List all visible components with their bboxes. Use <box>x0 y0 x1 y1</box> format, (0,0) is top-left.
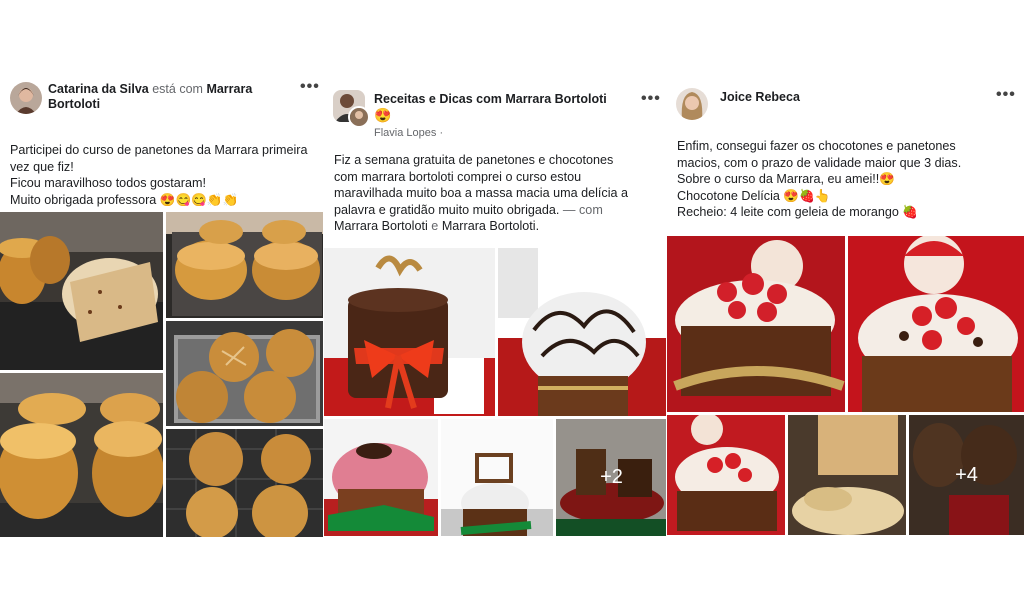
avatar[interactable] <box>676 88 708 120</box>
photo-pink-chocotone[interactable] <box>324 419 438 536</box>
author-name[interactable]: Joice Rebeca <box>720 90 800 104</box>
post-header: Receitas e Dicas com Marrara Bortoloti 😍… <box>323 70 667 139</box>
post-header: Joice Rebeca ••• <box>666 70 1024 128</box>
photo-panettones-grid[interactable] <box>166 429 326 537</box>
post-text-line: com marrara bortoloti comprei o curso es… <box>334 169 582 184</box>
group-emoji: 😍 <box>374 107 392 123</box>
tagged-name[interactable]: Marrara Bortoloti <box>334 219 428 233</box>
tagged-name[interactable]: Marrara Bortoloti <box>442 219 536 233</box>
post-text: Fiz a semana gratuita de panetones e cho… <box>334 152 664 235</box>
photo-crumbled-panettone[interactable] <box>788 415 906 535</box>
more-photos-count[interactable]: +2 <box>556 419 667 536</box>
separator-dot: · <box>439 127 444 139</box>
post-text-line: maravilhada muito boa a massa macia uma … <box>334 186 628 200</box>
post-text-line: Recheio: 4 leite com geleia de morango 🍓 <box>677 205 919 219</box>
member-line: Flavia Lopes · <box>374 126 443 141</box>
photo-panettones-baking-pan[interactable] <box>166 321 326 426</box>
post-text-line: macios, com o prazo de validade maior qu… <box>677 155 962 170</box>
post-text: Enfim, consegui fazer os chocotones e pa… <box>677 138 1022 221</box>
photo-more-joice[interactable]: +4 <box>909 415 1024 535</box>
with-text: — com <box>559 202 603 217</box>
member-name[interactable]: Flavia Lopes <box>374 127 436 139</box>
photo-chocotone-plate[interactable] <box>667 415 785 535</box>
more-options-icon[interactable]: ••• <box>300 78 320 96</box>
photo-more-flavia[interactable]: +2 <box>556 419 667 536</box>
post-text-line: Marrara Bortoloti e Marrara Bortoloti. <box>334 218 664 235</box>
text-segment: palavra e gratidão muito muito obrigada. <box>334 202 560 217</box>
photo-panettone-sliced[interactable] <box>0 212 163 370</box>
avatar[interactable] <box>10 82 42 114</box>
post-author-line: Joice Rebeca <box>720 90 800 105</box>
period: . <box>535 219 540 233</box>
post-author-line: Catarina da Silva está com Marrara Borto… <box>48 82 278 112</box>
post-text-line: Chocotone Delícia 😍🍓👆 <box>677 188 831 203</box>
post-text-line: palavra e gratidão muito muito obrigada.… <box>334 202 664 219</box>
with-text: está com <box>152 82 203 96</box>
post-text-line: Fiz a semana gratuita de panetones e cho… <box>334 153 614 167</box>
post-text-line: Muito obrigada professora 😍😋😋👏👏 <box>10 192 239 207</box>
post-text-line: Sobre o curso da Marrara, eu amei!!😍 <box>677 172 895 186</box>
group-name[interactable]: Receitas e Dicas com Marrara Bortoloti <box>374 92 607 106</box>
photo-chocotone-drizzle[interactable] <box>498 248 667 416</box>
post-catarina: Catarina da Silva está com Marrara Borto… <box>0 70 326 540</box>
post-flavia: Receitas e Dicas com Marrara Bortoloti 😍… <box>323 70 667 540</box>
photo-chocolate-cake-ribbon[interactable] <box>324 248 495 416</box>
post-text: Participei do curso de panetones da Marr… <box>10 142 320 208</box>
author-name[interactable]: Catarina da Silva <box>48 82 149 96</box>
more-options-icon[interactable]: ••• <box>996 86 1016 104</box>
post-joice: Joice Rebeca ••• Enfim, consegui fazer o… <box>666 70 1024 540</box>
group-name-line: Receitas e Dicas com Marrara Bortoloti <box>374 92 654 107</box>
member-avatar[interactable] <box>348 106 370 128</box>
more-options-icon[interactable]: ••• <box>641 90 661 108</box>
more-photos-count[interactable]: +4 <box>909 415 1024 535</box>
and-text: e <box>427 219 442 233</box>
photo-panettones-tray[interactable] <box>166 212 326 318</box>
post-header: Catarina da Silva está com Marrara Borto… <box>0 70 326 128</box>
post-text-line: vez que fiz! <box>10 159 74 174</box>
photo-strawberry-chocotone[interactable] <box>667 236 845 412</box>
post-text-line: Ficou maravilhoso todos gostaram! <box>10 176 206 190</box>
post-text-line: Participei do curso de panetones da Marr… <box>10 143 308 157</box>
photo-white-chocotone[interactable] <box>441 419 553 536</box>
post-text-line: Enfim, consegui fazer os chocotones e pa… <box>677 139 956 153</box>
photo-panettones-rack[interactable] <box>0 373 163 537</box>
photo-chocotone-santa[interactable] <box>848 236 1024 412</box>
